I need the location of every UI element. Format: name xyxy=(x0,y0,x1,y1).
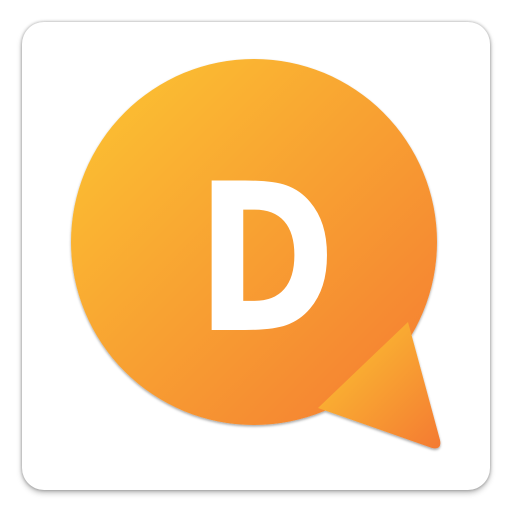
app-letter: D xyxy=(196,141,336,379)
speech-bubble-icon: D xyxy=(71,59,441,449)
app-icon-stage: D xyxy=(0,0,512,512)
